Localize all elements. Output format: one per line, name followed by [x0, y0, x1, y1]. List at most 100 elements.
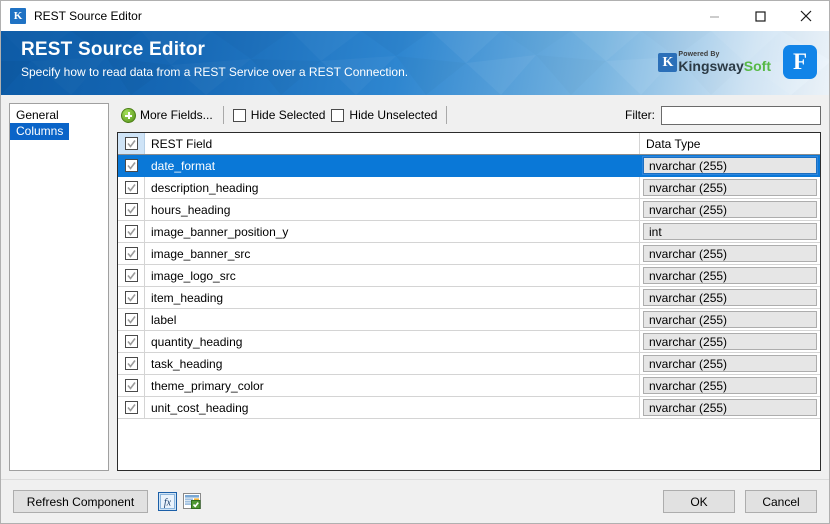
select-all-checkbox[interactable] [118, 133, 145, 154]
hide-unselected-label: Hide Unselected [349, 108, 438, 122]
dialog-body: General Columns More Fields... Hide Sele… [1, 95, 829, 479]
table-row[interactable]: image_banner_position_y int [118, 221, 820, 243]
toolbar-separator-1 [222, 106, 224, 124]
header-data-type[interactable]: Data Type [640, 133, 820, 154]
filter-label: Filter: [625, 108, 655, 122]
maximize-button[interactable] [737, 1, 783, 31]
data-type-cell[interactable]: nvarchar (255) [640, 199, 820, 220]
rest-field-cell[interactable]: task_heading [145, 353, 640, 374]
row-checkbox[interactable] [118, 375, 145, 396]
table-row[interactable]: item_heading nvarchar (255) [118, 287, 820, 309]
table-row[interactable]: theme_primary_color nvarchar (255) [118, 375, 820, 397]
refresh-component-button[interactable]: Refresh Component [13, 490, 148, 513]
row-checkbox[interactable] [118, 243, 145, 264]
table-row[interactable]: date_format nvarchar (255) [118, 155, 820, 177]
brand-name: KingswaySoft [678, 59, 771, 73]
data-type-value[interactable]: nvarchar (255) [642, 156, 818, 175]
data-type-cell[interactable]: nvarchar (255) [640, 155, 820, 176]
rest-field-cell[interactable]: label [145, 309, 640, 330]
row-checkbox[interactable] [118, 309, 145, 330]
close-button[interactable] [783, 1, 829, 31]
row-checkbox[interactable] [118, 177, 145, 198]
row-checkbox-box [124, 401, 138, 414]
row-checkbox[interactable] [118, 265, 145, 286]
row-checkbox-box [124, 291, 138, 304]
rest-field-cell[interactable]: quantity_heading [145, 331, 640, 352]
add-plus-icon [121, 107, 136, 123]
data-type-cell[interactable]: nvarchar (255) [640, 177, 820, 198]
sidebar-item-general-wrap: General [10, 108, 108, 123]
data-type-value[interactable]: nvarchar (255) [643, 311, 817, 328]
rest-source-editor-window: K REST Source Editor REST Source Editor … [0, 0, 830, 524]
row-checkbox[interactable] [118, 397, 145, 418]
table-row[interactable]: hours_heading nvarchar (255) [118, 199, 820, 221]
ok-button[interactable]: OK [663, 490, 735, 513]
data-type-value[interactable]: nvarchar (255) [643, 179, 817, 196]
table-row[interactable]: image_logo_src nvarchar (255) [118, 265, 820, 287]
row-checkbox[interactable] [118, 331, 145, 352]
table-row[interactable]: unit_cost_heading nvarchar (255) [118, 397, 820, 419]
rest-field-cell[interactable]: theme_primary_color [145, 375, 640, 396]
grid-empty-area [118, 419, 820, 470]
row-checkbox[interactable] [118, 199, 145, 220]
row-checkbox[interactable] [118, 353, 145, 374]
data-type-cell[interactable]: nvarchar (255) [640, 309, 820, 330]
rest-field-cell[interactable]: image_banner_src [145, 243, 640, 264]
spreadsheet-export-icon[interactable] [183, 492, 202, 511]
row-checkbox-box [124, 379, 138, 392]
hide-unselected-checkbox[interactable]: Hide Unselected [328, 108, 440, 122]
svg-text:fx: fx [164, 498, 172, 509]
table-row[interactable]: label nvarchar (255) [118, 309, 820, 331]
sidebar-item-columns[interactable]: Columns [10, 123, 70, 140]
rest-field-cell[interactable]: item_heading [145, 287, 640, 308]
sidebar-item-columns-wrap: Columns [10, 123, 108, 140]
row-checkbox[interactable] [118, 287, 145, 308]
table-row[interactable]: image_banner_src nvarchar (255) [118, 243, 820, 265]
table-row[interactable]: description_heading nvarchar (255) [118, 177, 820, 199]
data-type-cell[interactable]: nvarchar (255) [640, 331, 820, 352]
table-row[interactable]: quantity_heading nvarchar (255) [118, 331, 820, 353]
rest-field-cell[interactable]: date_format [145, 155, 640, 176]
data-type-value[interactable]: nvarchar (255) [643, 289, 817, 306]
rest-field-cell[interactable]: image_logo_src [145, 265, 640, 286]
data-type-value[interactable]: nvarchar (255) [643, 399, 817, 416]
data-type-value[interactable]: nvarchar (255) [643, 355, 817, 372]
data-type-value[interactable]: nvarchar (255) [643, 245, 817, 262]
rest-field-cell[interactable]: unit_cost_heading [145, 397, 640, 418]
data-type-value[interactable]: int [643, 223, 817, 240]
header-rest-field[interactable]: REST Field [145, 133, 640, 154]
brand-name-soft: Soft [743, 58, 771, 74]
rest-field-cell[interactable]: description_heading [145, 177, 640, 198]
table-row[interactable]: task_heading nvarchar (255) [118, 353, 820, 375]
data-type-value[interactable]: nvarchar (255) [643, 267, 817, 284]
data-type-cell[interactable]: nvarchar (255) [640, 287, 820, 308]
select-all-checkbox-box [124, 137, 138, 150]
columns-toolbar: More Fields... Hide Selected Hide Unsele… [117, 103, 821, 127]
more-fields-button[interactable]: More Fields... [117, 104, 217, 126]
data-type-cell[interactable]: nvarchar (255) [640, 353, 820, 374]
data-type-cell[interactable]: nvarchar (255) [640, 375, 820, 396]
minimize-button[interactable] [691, 1, 737, 31]
data-type-cell[interactable]: nvarchar (255) [640, 243, 820, 264]
filter-input[interactable] [661, 105, 821, 125]
data-type-cell[interactable]: nvarchar (255) [640, 397, 820, 418]
row-checkbox-box [124, 159, 138, 172]
kingswaysoft-k-icon: K [658, 52, 678, 72]
product-badge-icon: F [783, 45, 817, 79]
data-type-cell[interactable]: nvarchar (255) [640, 265, 820, 286]
rest-field-cell[interactable]: image_banner_position_y [145, 221, 640, 242]
row-checkbox[interactable] [118, 155, 145, 176]
hide-selected-checkbox-box [232, 108, 246, 122]
fx-expression-icon[interactable]: fx [158, 492, 177, 511]
data-type-cell[interactable]: int [640, 221, 820, 242]
rest-field-cell[interactable]: hours_heading [145, 199, 640, 220]
data-type-value[interactable]: nvarchar (255) [643, 377, 817, 394]
sidebar-item-general[interactable]: General [10, 107, 63, 123]
banner-title: REST Source Editor [21, 39, 206, 60]
data-type-value[interactable]: nvarchar (255) [643, 201, 817, 218]
row-checkbox[interactable] [118, 221, 145, 242]
cancel-button[interactable]: Cancel [745, 490, 817, 513]
hide-selected-checkbox[interactable]: Hide Selected [230, 108, 329, 122]
window-controls [691, 1, 829, 31]
data-type-value[interactable]: nvarchar (255) [643, 333, 817, 350]
